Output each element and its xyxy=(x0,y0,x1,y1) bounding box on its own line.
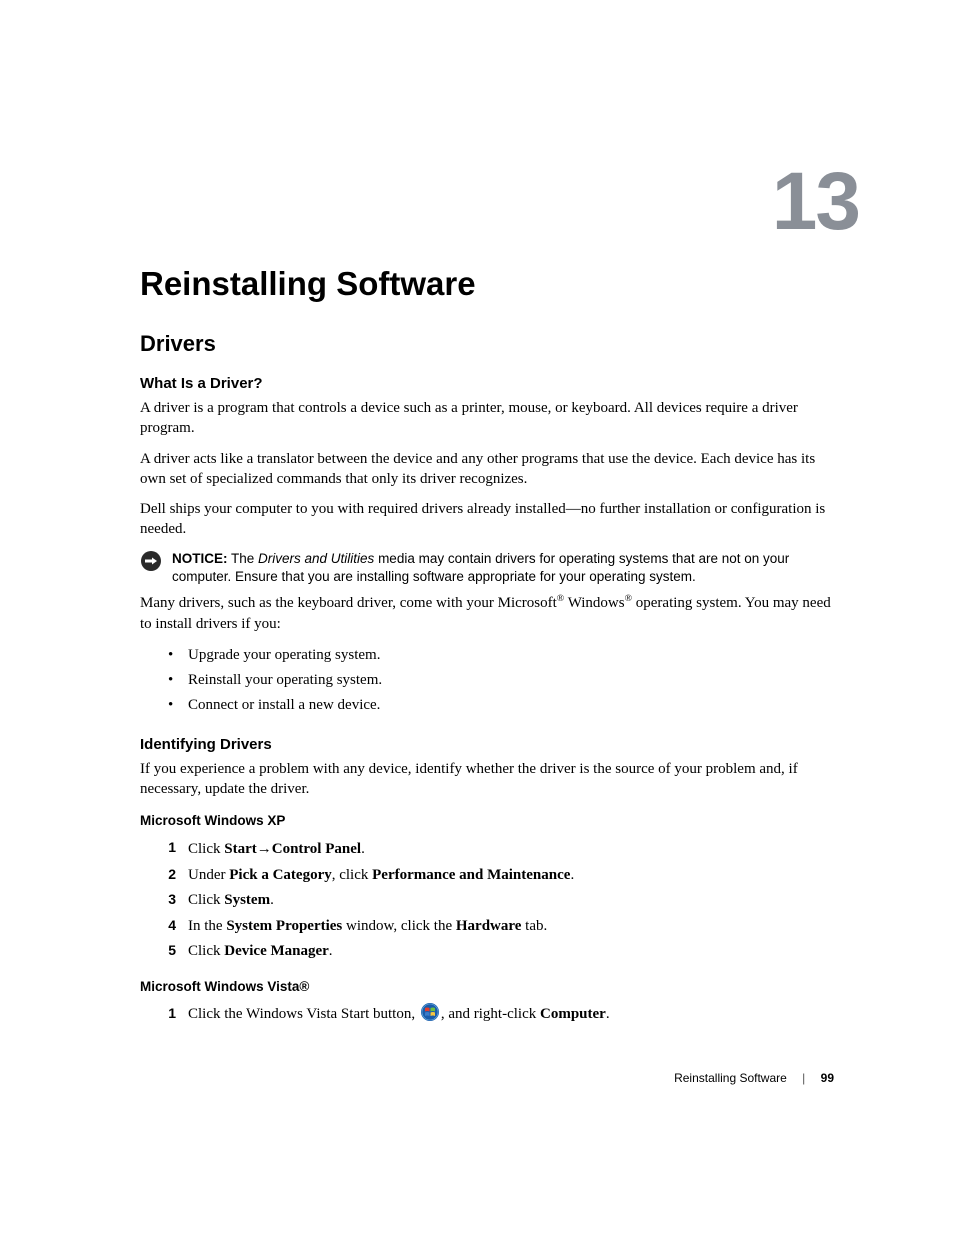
step-item: Click Start→Control Panel. xyxy=(140,836,834,863)
section-title-drivers: Drivers xyxy=(140,331,834,357)
page-footer: Reinstalling Software | 99 xyxy=(674,1071,834,1085)
paragraph: Dell ships your computer to you with req… xyxy=(140,499,834,540)
bullet-list: Upgrade your operating system. Reinstall… xyxy=(140,644,834,718)
vista-start-button-icon xyxy=(421,1003,439,1021)
heading-windows-xp: Microsoft Windows XP xyxy=(140,813,834,828)
page-number: 99 xyxy=(821,1071,834,1085)
paragraph: A driver is a program that controls a de… xyxy=(140,398,834,439)
notice-text: NOTICE: The Drivers and Utilities media … xyxy=(172,550,834,588)
list-item: Reinstall your operating system. xyxy=(140,669,834,692)
footer-section: Reinstalling Software xyxy=(674,1071,787,1085)
heading-identifying-drivers: Identifying Drivers xyxy=(140,736,834,753)
document-page: 13 Reinstalling Software Drivers What Is… xyxy=(0,0,954,1235)
footer-separator: | xyxy=(802,1071,805,1085)
chapter-title: Reinstalling Software xyxy=(140,265,834,303)
notice-label: NOTICE: xyxy=(172,551,228,566)
step-item: Click System. xyxy=(140,888,834,914)
paragraph: A driver acts like a translator between … xyxy=(140,449,834,490)
step-item: Under Pick a Category, click Performance… xyxy=(140,863,834,889)
notice-arrow-icon xyxy=(140,550,162,572)
heading-windows-vista: Microsoft Windows Vista® xyxy=(140,979,834,994)
paragraph: Many drivers, such as the keyboard drive… xyxy=(140,593,834,634)
steps-xp: Click Start→Control Panel. Under Pick a … xyxy=(140,836,834,965)
registered-mark: ® xyxy=(625,593,632,604)
step-item: In the System Properties window, click t… xyxy=(140,914,834,940)
paragraph: If you experience a problem with any dev… xyxy=(140,759,834,800)
step-item: Click Device Manager. xyxy=(140,939,834,965)
list-item: Upgrade your operating system. xyxy=(140,644,834,667)
steps-vista: Click the Windows Vista Start button, , … xyxy=(140,1002,834,1028)
heading-what-is-a-driver: What Is a Driver? xyxy=(140,375,834,392)
notice-block: NOTICE: The Drivers and Utilities media … xyxy=(140,550,834,588)
list-item: Connect or install a new device. xyxy=(140,694,834,717)
step-item: Click the Windows Vista Start button, , … xyxy=(140,1002,834,1028)
chapter-number: 13 xyxy=(772,155,859,249)
